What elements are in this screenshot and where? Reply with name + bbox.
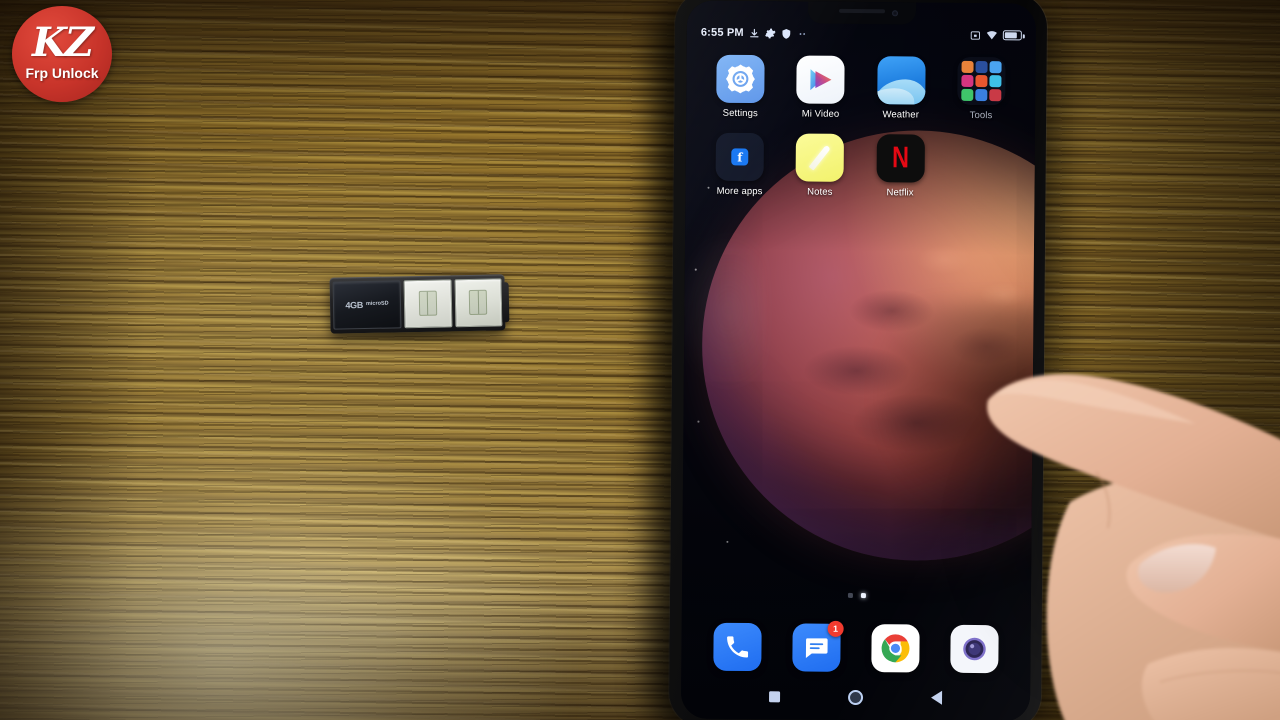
mi-video-icon[interactable] (796, 55, 846, 104)
folder-mini-icon (961, 75, 974, 87)
gear-icon (765, 28, 776, 38)
sim-card-1 (403, 279, 452, 329)
app-label: Settings (722, 107, 758, 120)
app-empty-slot (940, 135, 1021, 200)
dock-app-phone[interactable] (712, 622, 762, 672)
app-settings[interactable]: Settings (700, 54, 781, 120)
app-row: Settings Mi Video Weather Tools (700, 54, 1022, 122)
home-screen-grid: Settings Mi Video Weather Tools f More a… (685, 54, 1035, 213)
facebook-icon: f (731, 148, 749, 166)
folder-mini-icon (961, 89, 973, 101)
watermark-name: Frp Unlock (25, 64, 99, 81)
app-label: Netflix (886, 187, 914, 199)
app-weather[interactable]: Weather (861, 56, 942, 121)
status-clock: 6:55 PM (700, 26, 744, 39)
app-netflix[interactable]: N Netflix (860, 134, 941, 199)
sim-chip-contacts (468, 289, 488, 315)
watermark-circle: KZ Frp Unlock (12, 6, 112, 102)
microsd-capacity-label: 4GB (345, 300, 364, 311)
wifi-icon (986, 31, 997, 40)
shield-icon (782, 28, 791, 39)
page-dot-active[interactable] (860, 593, 866, 599)
status-bar: 6:55 PM (687, 22, 1036, 45)
app-mi-video[interactable]: Mi Video (780, 55, 861, 120)
dock-app-messages[interactable]: 1 (792, 620, 844, 672)
folder-mini-icon-grid (961, 60, 1002, 102)
pointing-hand (950, 352, 1280, 720)
app-row: f More apps Notes N Netflix (699, 132, 1021, 200)
status-bar-left: 6:55 PM (701, 27, 808, 40)
app-label: More apps (716, 185, 763, 198)
sim-chip-contacts (418, 290, 438, 316)
netflix-icon[interactable]: N (876, 134, 925, 183)
microsd-logo-label: microSD (365, 300, 389, 308)
notification-badge: 1 (827, 620, 844, 637)
earpiece-speaker (838, 8, 885, 14)
status-bar-right (970, 29, 1022, 41)
folder-mini-icon (961, 60, 974, 73)
notes-icon[interactable] (795, 133, 845, 182)
sim-icon (970, 30, 980, 40)
settings-icon[interactable] (716, 54, 765, 104)
app-label: Notes (807, 186, 833, 198)
netflix-glyph: N (892, 141, 909, 175)
folder-mini-icon (975, 75, 988, 87)
folder-mini-icon (975, 61, 988, 73)
more-apps-icon[interactable]: f (715, 132, 765, 182)
battery-icon (1002, 30, 1022, 41)
scene-root: KZ Frp Unlock 4GB microSD 6:55 PM Settin… (0, 0, 1280, 720)
app-more-apps[interactable]: f More apps (699, 132, 780, 198)
home-circle-icon[interactable] (847, 689, 864, 705)
sim-card-2 (454, 278, 503, 328)
battery-fill (1004, 32, 1017, 39)
chrome-icon[interactable] (871, 624, 920, 673)
back-triangle-icon[interactable] (930, 690, 943, 705)
channel-watermark: KZ Frp Unlock (6, 2, 118, 106)
download-icon (750, 28, 759, 37)
watermark-monogram: KZ (32, 18, 94, 66)
app-label: Tools (969, 109, 993, 122)
more-dots-icon (799, 32, 806, 35)
sim-tray[interactable]: 4GB microSD (329, 274, 510, 334)
folder-mini-icon (989, 75, 1002, 88)
app-label: Weather (882, 109, 920, 121)
app-label: Mi Video (801, 108, 840, 120)
page-dot[interactable] (847, 592, 853, 598)
weather-icon[interactable] (876, 56, 926, 105)
pen-icon (809, 144, 832, 171)
tools-folder-icon[interactable] (957, 56, 1006, 106)
front-camera-icon (891, 10, 898, 17)
folder-mini-icon (989, 89, 1002, 102)
app-notes[interactable]: Notes (780, 133, 861, 198)
phone-icon[interactable] (712, 622, 762, 672)
dock-app-chrome[interactable] (871, 624, 920, 673)
folder-mini-icon (975, 89, 988, 102)
sim-tray-notch (501, 282, 510, 323)
app-tools-folder[interactable]: Tools (941, 56, 1022, 122)
recents-square-icon[interactable] (769, 690, 781, 702)
microsd-card: 4GB microSD (332, 280, 402, 330)
folder-mini-icon (989, 61, 1002, 73)
